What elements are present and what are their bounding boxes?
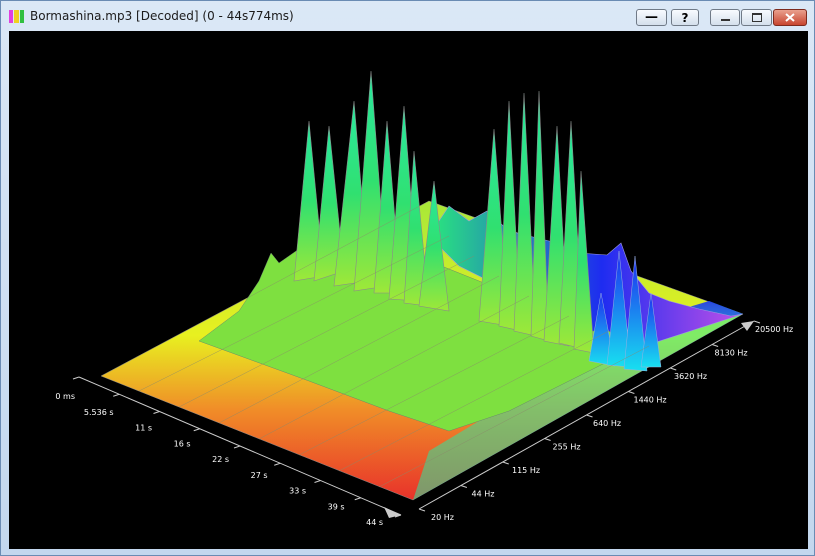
freq-axis-arrow [741,321,754,331]
time-tick-label: 0 ms [55,392,75,401]
title-bar[interactable]: Bormashina.mp3 [Decoded] (0 - 44s774ms) … [1,1,814,31]
freq-tick-label: 8130 Hz [715,349,748,358]
freq-tick-mark [670,367,677,371]
time-tick-label: 39 s [328,502,345,511]
maximize-button[interactable] [741,9,772,26]
time-tick-mark [153,411,160,414]
time-tick-mark [72,376,80,380]
help-label: ? [681,10,689,25]
freq-tick-label: 3620 Hz [674,372,707,381]
time-tick-mark [274,462,281,466]
freq-tick-mark [753,320,761,324]
close-icon [785,13,795,22]
time-tick-mark [354,497,361,501]
spectrogram-3d-view[interactable]: 0 ms 5.536 s 11 s 16 s 22 s 27 s 33 s 39 s 44 s … [9,31,808,549]
freq-tick-label: 640 Hz [593,419,621,428]
close-button[interactable] [773,9,807,26]
time-tick-mark [233,445,241,449]
freq-tick-label: 20500 Hz [755,325,793,334]
freq-tick-mark [502,461,509,465]
time-tick-mark [193,428,200,432]
freq-tick-label: 1440 Hz [634,396,667,405]
time-tick-mark [113,393,120,397]
freq-tick-mark [460,485,468,488]
line-toggle-button[interactable]: — [636,9,667,26]
freq-tick-mark [711,344,719,347]
time-tick-label: 16 s [174,439,191,448]
freq-tick-label: 20 Hz [431,513,454,522]
line-label: — [645,10,658,25]
minimize-button[interactable] [710,9,740,26]
time-tick-label: 33 s [289,487,306,496]
minimize-icon [720,19,730,21]
maximize-icon [751,13,762,22]
time-tick-label: 5.536 s [84,408,114,417]
app-window: Bormashina.mp3 [Decoded] (0 - 44s774ms) … [0,0,815,556]
freq-tick-mark [544,438,551,441]
spike-cluster-right [478,90,595,354]
freq-tick-mark [628,391,635,394]
freq-tick-label: 255 Hz [553,443,581,452]
help-button[interactable]: ? [671,9,699,26]
time-tick-label: 44 s [366,518,383,527]
time-tick-label: 22 s [212,455,229,464]
freq-tick-mark [586,414,593,418]
window-title: Bormashina.mp3 [Decoded] (0 - 44s774ms) [30,9,294,23]
freq-tick-label: 44 Hz [472,490,495,499]
spectrogram-3d-plot: 0 ms5.536 s11 s16 s22 s27 s33 s39 s44 s … [55,70,793,527]
time-tick-mark [314,480,321,483]
spectrum-bars-icon [9,10,24,23]
freq-tick-mark [418,508,426,512]
freq-tick-label: 115 Hz [512,466,540,475]
time-tick-label: 11 s [135,424,152,433]
time-tick-label: 27 s [251,471,268,480]
